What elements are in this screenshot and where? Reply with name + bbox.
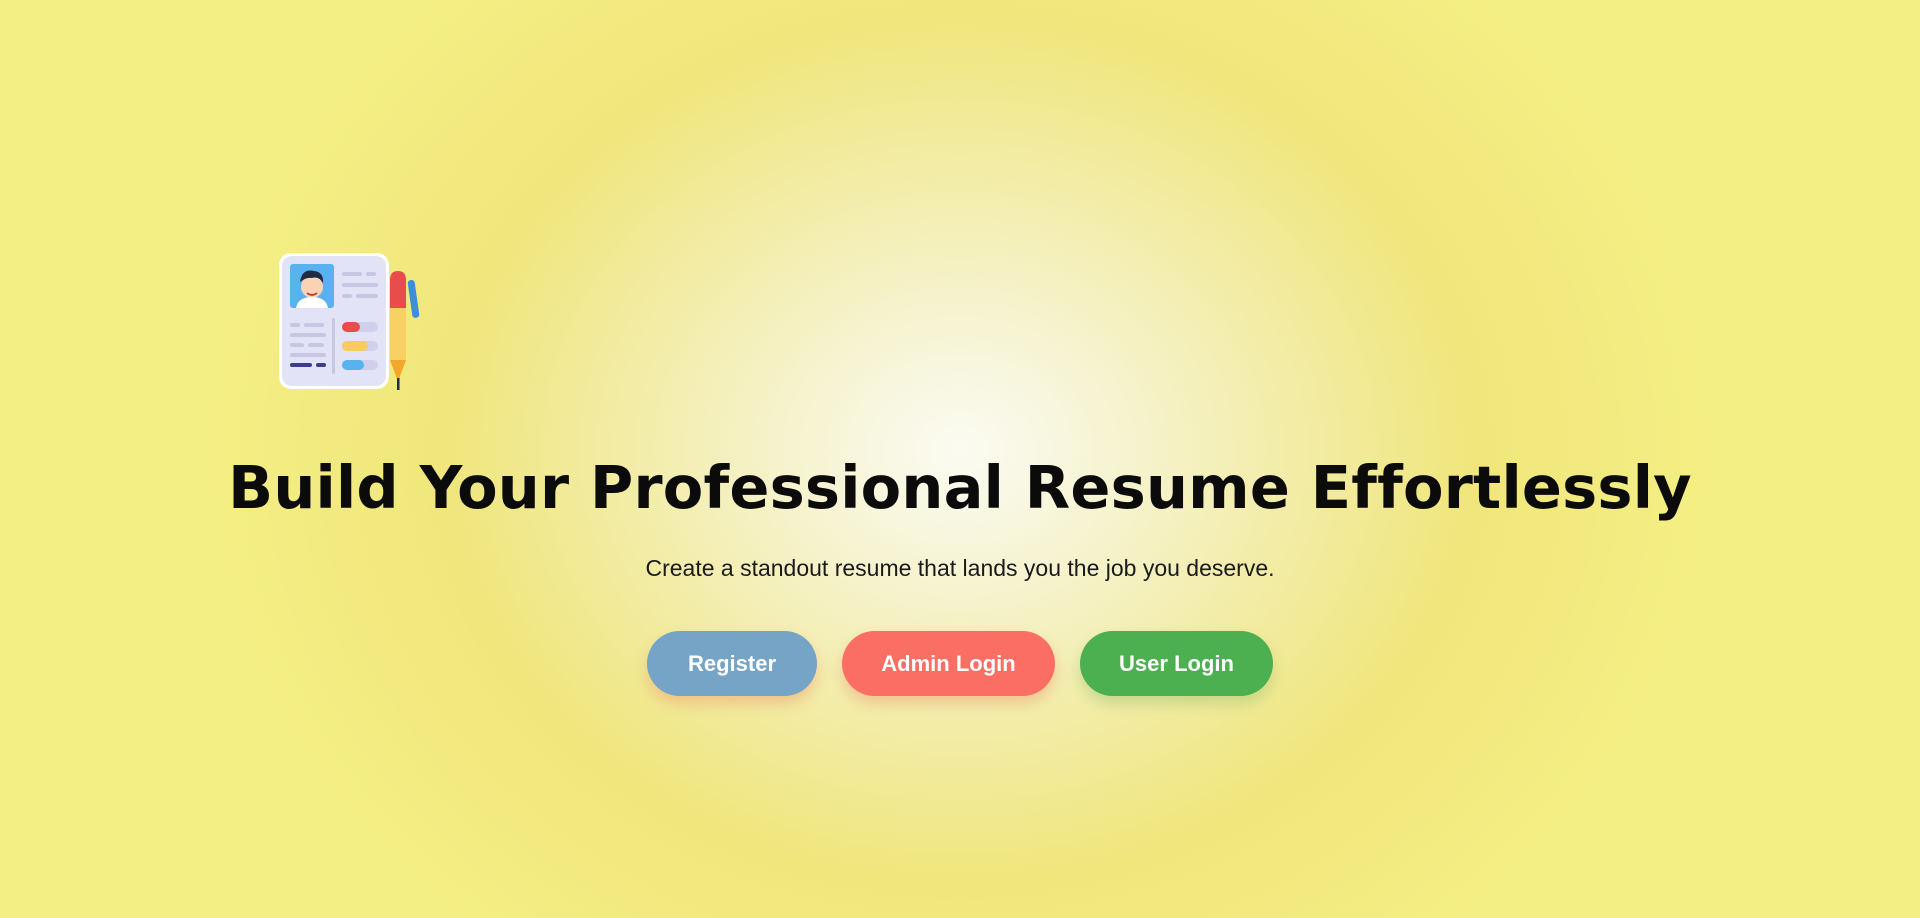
user-login-button[interactable]: User Login xyxy=(1080,631,1273,696)
hero-title: Build Your Professional Resume Effortles… xyxy=(228,453,1692,522)
admin-login-button[interactable]: Admin Login xyxy=(842,631,1055,696)
resume-illustration-icon xyxy=(279,253,420,390)
hero-subtitle: Create a standout resume that lands you … xyxy=(645,555,1275,581)
register-button[interactable]: Register xyxy=(647,631,817,696)
action-buttons: Register Admin Login User Login xyxy=(0,631,1920,697)
